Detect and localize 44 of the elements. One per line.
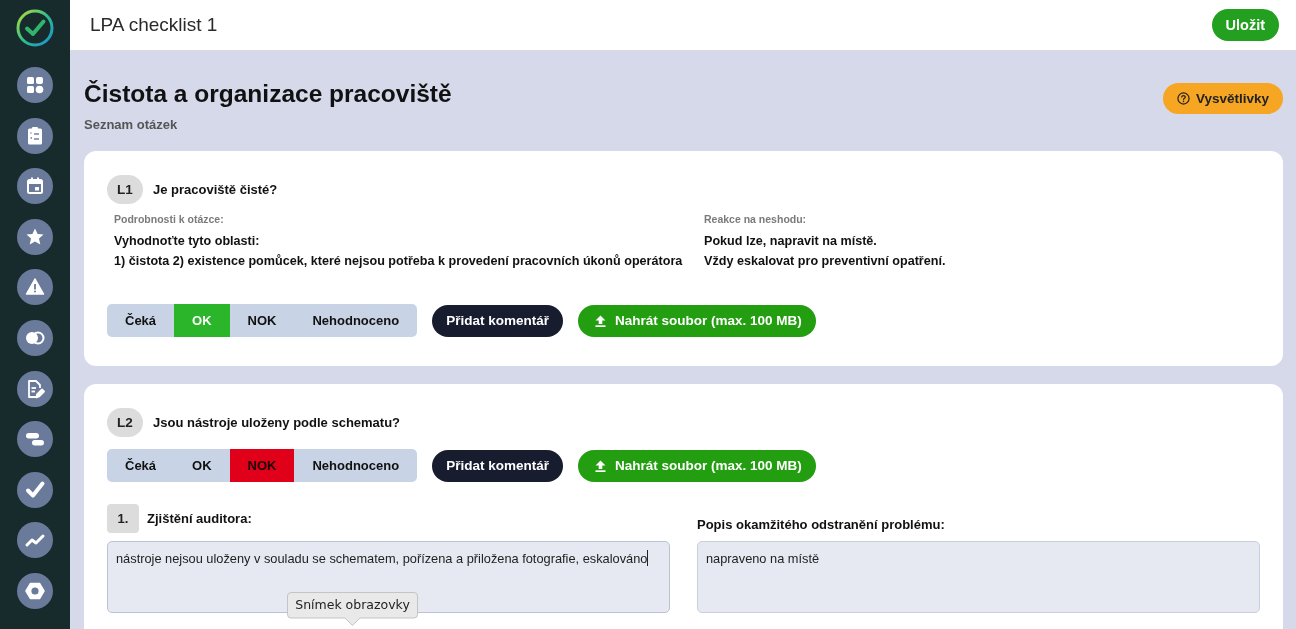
hexagon-nut-icon[interactable] <box>17 572 53 609</box>
checkmark-icon[interactable] <box>17 471 53 508</box>
question-text: Je pracoviště čisté? <box>153 182 278 197</box>
legend-button[interactable]: Vysvětlivky <box>1162 83 1283 114</box>
reaction-text: Pokud lze, napravit na místě. <box>704 233 877 250</box>
answer-option[interactable]: Nehodnoceno <box>294 304 418 337</box>
fix-description-field[interactable]: napraveno na místě <box>697 541 1260 613</box>
calendar-icon[interactable] <box>17 168 53 205</box>
text-caret-icon <box>647 550 649 566</box>
dashboard-icon[interactable] <box>17 67 53 103</box>
answer-option[interactable]: NOK <box>229 304 295 337</box>
reaction-text: Vždy eskalovat pro preventivní opatření. <box>704 253 946 270</box>
question-text: Jsou nástroje uloženy podle schematu? <box>153 415 401 430</box>
clipboard-list-icon[interactable] <box>17 117 53 154</box>
upload-icon <box>594 459 606 472</box>
details-label: Podrobnosti k otázce: <box>114 212 224 226</box>
warning-icon[interactable] <box>17 269 53 306</box>
add-comment-button[interactable]: Přidat komentář <box>432 304 563 337</box>
question-code: L1 <box>107 175 143 204</box>
upload-file-button[interactable]: Nahrát soubor (max. 100 MB) <box>577 449 816 482</box>
overlapping-circles-icon[interactable] <box>17 319 53 356</box>
checklist-title: LPA checklist 1 <box>90 14 218 36</box>
document-edit-icon[interactable] <box>17 370 53 407</box>
field-label: Zjištění auditora: <box>147 511 252 526</box>
answer-option[interactable]: NOK <box>229 449 295 482</box>
add-comment-button[interactable]: Přidat komentář <box>432 449 563 482</box>
upload-icon <box>594 314 606 327</box>
bars-icon[interactable] <box>17 421 53 458</box>
tooltip: Snímek obrazovky <box>287 592 418 626</box>
section-title: Čistota a organizace pracoviště <box>84 80 452 108</box>
details-text: Vyhodnoťte tyto oblasti: <box>114 233 260 250</box>
section-subtitle: Seznam otázek <box>84 117 179 133</box>
question-code: L2 <box>107 408 143 437</box>
answer-option[interactable]: OK <box>174 449 230 482</box>
finding-number: 1. <box>107 504 139 533</box>
answer-option[interactable]: Čeká <box>107 304 175 337</box>
answer-option[interactable]: Nehodnoceno <box>294 449 418 482</box>
reaction-label: Reakce na neshodu: <box>704 212 807 226</box>
upload-file-button[interactable]: Nahrát soubor (max. 100 MB) <box>577 304 816 337</box>
check-logo-icon[interactable] <box>16 9 54 47</box>
answer-option[interactable]: Čeká <box>107 449 175 482</box>
details-text: 1) čistota 2) existence pomůcek, které nejsou potřeba k provedení pracovních úkonů operátora <box>114 253 683 270</box>
field-label: Popis okamžitého odstranění problému: <box>697 517 945 532</box>
help-icon <box>1176 92 1190 105</box>
